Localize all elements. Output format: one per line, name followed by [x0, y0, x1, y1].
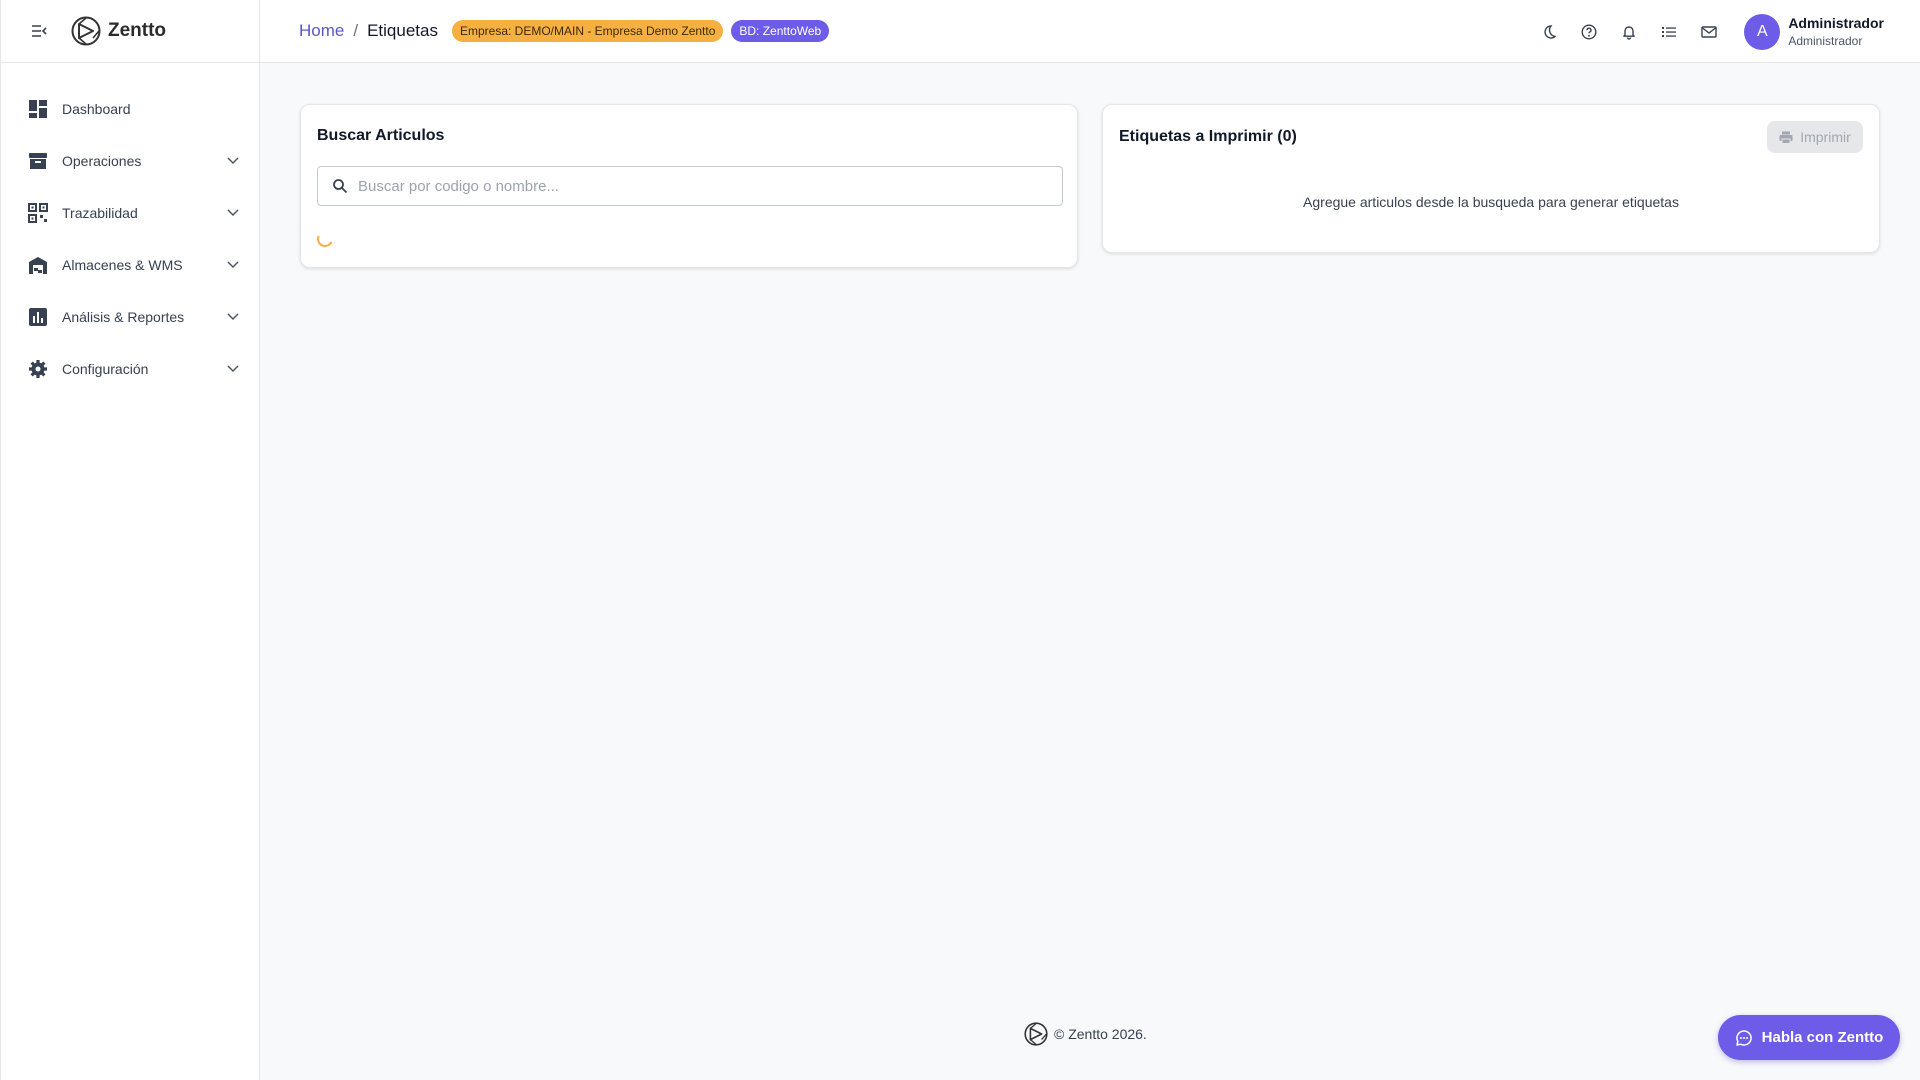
search-icon: [332, 178, 348, 194]
footer-copyright: © Zentto 2026.: [1054, 1026, 1147, 1042]
chevron-down-icon: [225, 309, 241, 325]
empty-state-message: Agregue articulos desde la busqueda para…: [1303, 194, 1679, 210]
avatar[interactable]: A: [1744, 13, 1781, 50]
dark-mode-icon[interactable]: [1539, 22, 1559, 42]
collapse-menu-icon[interactable]: [27, 19, 51, 43]
bell-icon[interactable]: [1619, 22, 1639, 42]
sidebar-item-label: Almacenes & WMS: [62, 257, 183, 273]
zentto-logo-icon: [1024, 1022, 1048, 1046]
sidebar: Zentto Dashboard Operaciones Trazabilida…: [0, 0, 260, 1080]
search-articles-card: Buscar Articulos: [300, 104, 1078, 268]
sidebar-nav: Dashboard Operaciones Trazabilidad Almac…: [1, 63, 259, 395]
brand-name: Zentto: [108, 20, 167, 41]
top-bar: Home / Etiquetas Empresa: DEMO/MAIN - Em…: [260, 0, 1920, 63]
database-badge: BD: ZenttoWeb: [731, 20, 830, 42]
warehouse-icon: [27, 254, 49, 276]
chat-bubble-icon: [1735, 1029, 1753, 1047]
brand[interactable]: Zentto: [71, 16, 166, 46]
sidebar-item-trazabilidad[interactable]: Trazabilidad: [1, 187, 259, 239]
breadcrumb-separator: /: [353, 21, 359, 40]
chevron-down-icon: [225, 361, 241, 377]
user-info[interactable]: Administrador Administrador: [1788, 15, 1884, 48]
list-icon[interactable]: [1659, 22, 1679, 42]
gear-icon: [27, 358, 49, 380]
loading-spinner: [314, 228, 336, 250]
user-name: Administrador: [1788, 15, 1884, 31]
dashboard-icon: [27, 98, 49, 120]
chat-button-label: Habla con Zentto: [1761, 1029, 1884, 1046]
user-role: Administrador: [1788, 34, 1863, 48]
sidebar-item-analisis[interactable]: Análisis & Reportes: [1, 291, 259, 343]
sidebar-item-label: Dashboard: [62, 101, 131, 117]
footer: © Zentto 2026.: [1024, 1022, 1147, 1046]
empresa-badge: Empresa: DEMO/MAIN - Empresa Demo Zentto: [451, 20, 724, 42]
print-button[interactable]: Imprimir: [1767, 121, 1863, 153]
labels-card-title: Etiquetas a Imprimir (0): [1119, 128, 1297, 145]
archive-icon: [27, 150, 49, 172]
bar-chart-icon: [27, 306, 49, 328]
search-card-title: Buscar Articulos: [317, 127, 445, 144]
mail-icon[interactable]: [1699, 22, 1719, 42]
breadcrumb-current: Etiquetas: [367, 21, 438, 40]
search-input[interactable]: [358, 177, 1038, 195]
sidebar-item-label: Configuración: [62, 361, 149, 377]
sidebar-item-label: Trazabilidad: [62, 205, 138, 221]
labels-to-print-card: Etiquetas a Imprimir (0) Imprimir Agregu…: [1102, 104, 1880, 253]
chat-button[interactable]: Habla con Zentto: [1718, 1015, 1900, 1060]
sidebar-item-configuracion[interactable]: Configuración: [1, 343, 259, 395]
chevron-down-icon: [225, 205, 241, 221]
print-button-label: Imprimir: [1800, 129, 1851, 145]
chevron-down-icon: [225, 257, 241, 273]
qr-code-icon: [27, 202, 49, 224]
sidebar-item-dashboard[interactable]: Dashboard: [1, 83, 259, 135]
sidebar-header: Zentto: [1, 0, 259, 63]
search-field[interactable]: [317, 166, 1063, 206]
sidebar-item-label: Análisis & Reportes: [62, 309, 185, 325]
printer-icon: [1779, 131, 1793, 144]
sidebar-item-almacenes[interactable]: Almacenes & WMS: [1, 239, 259, 291]
zentto-logo-icon: [71, 16, 101, 46]
breadcrumb-home[interactable]: Home: [299, 21, 344, 41]
header-actions: A Administrador Administrador: [1519, 0, 1884, 63]
sidebar-item-operaciones[interactable]: Operaciones: [1, 135, 259, 187]
help-icon[interactable]: [1579, 22, 1599, 42]
chevron-down-icon: [225, 153, 241, 169]
sidebar-item-label: Operaciones: [62, 153, 142, 169]
